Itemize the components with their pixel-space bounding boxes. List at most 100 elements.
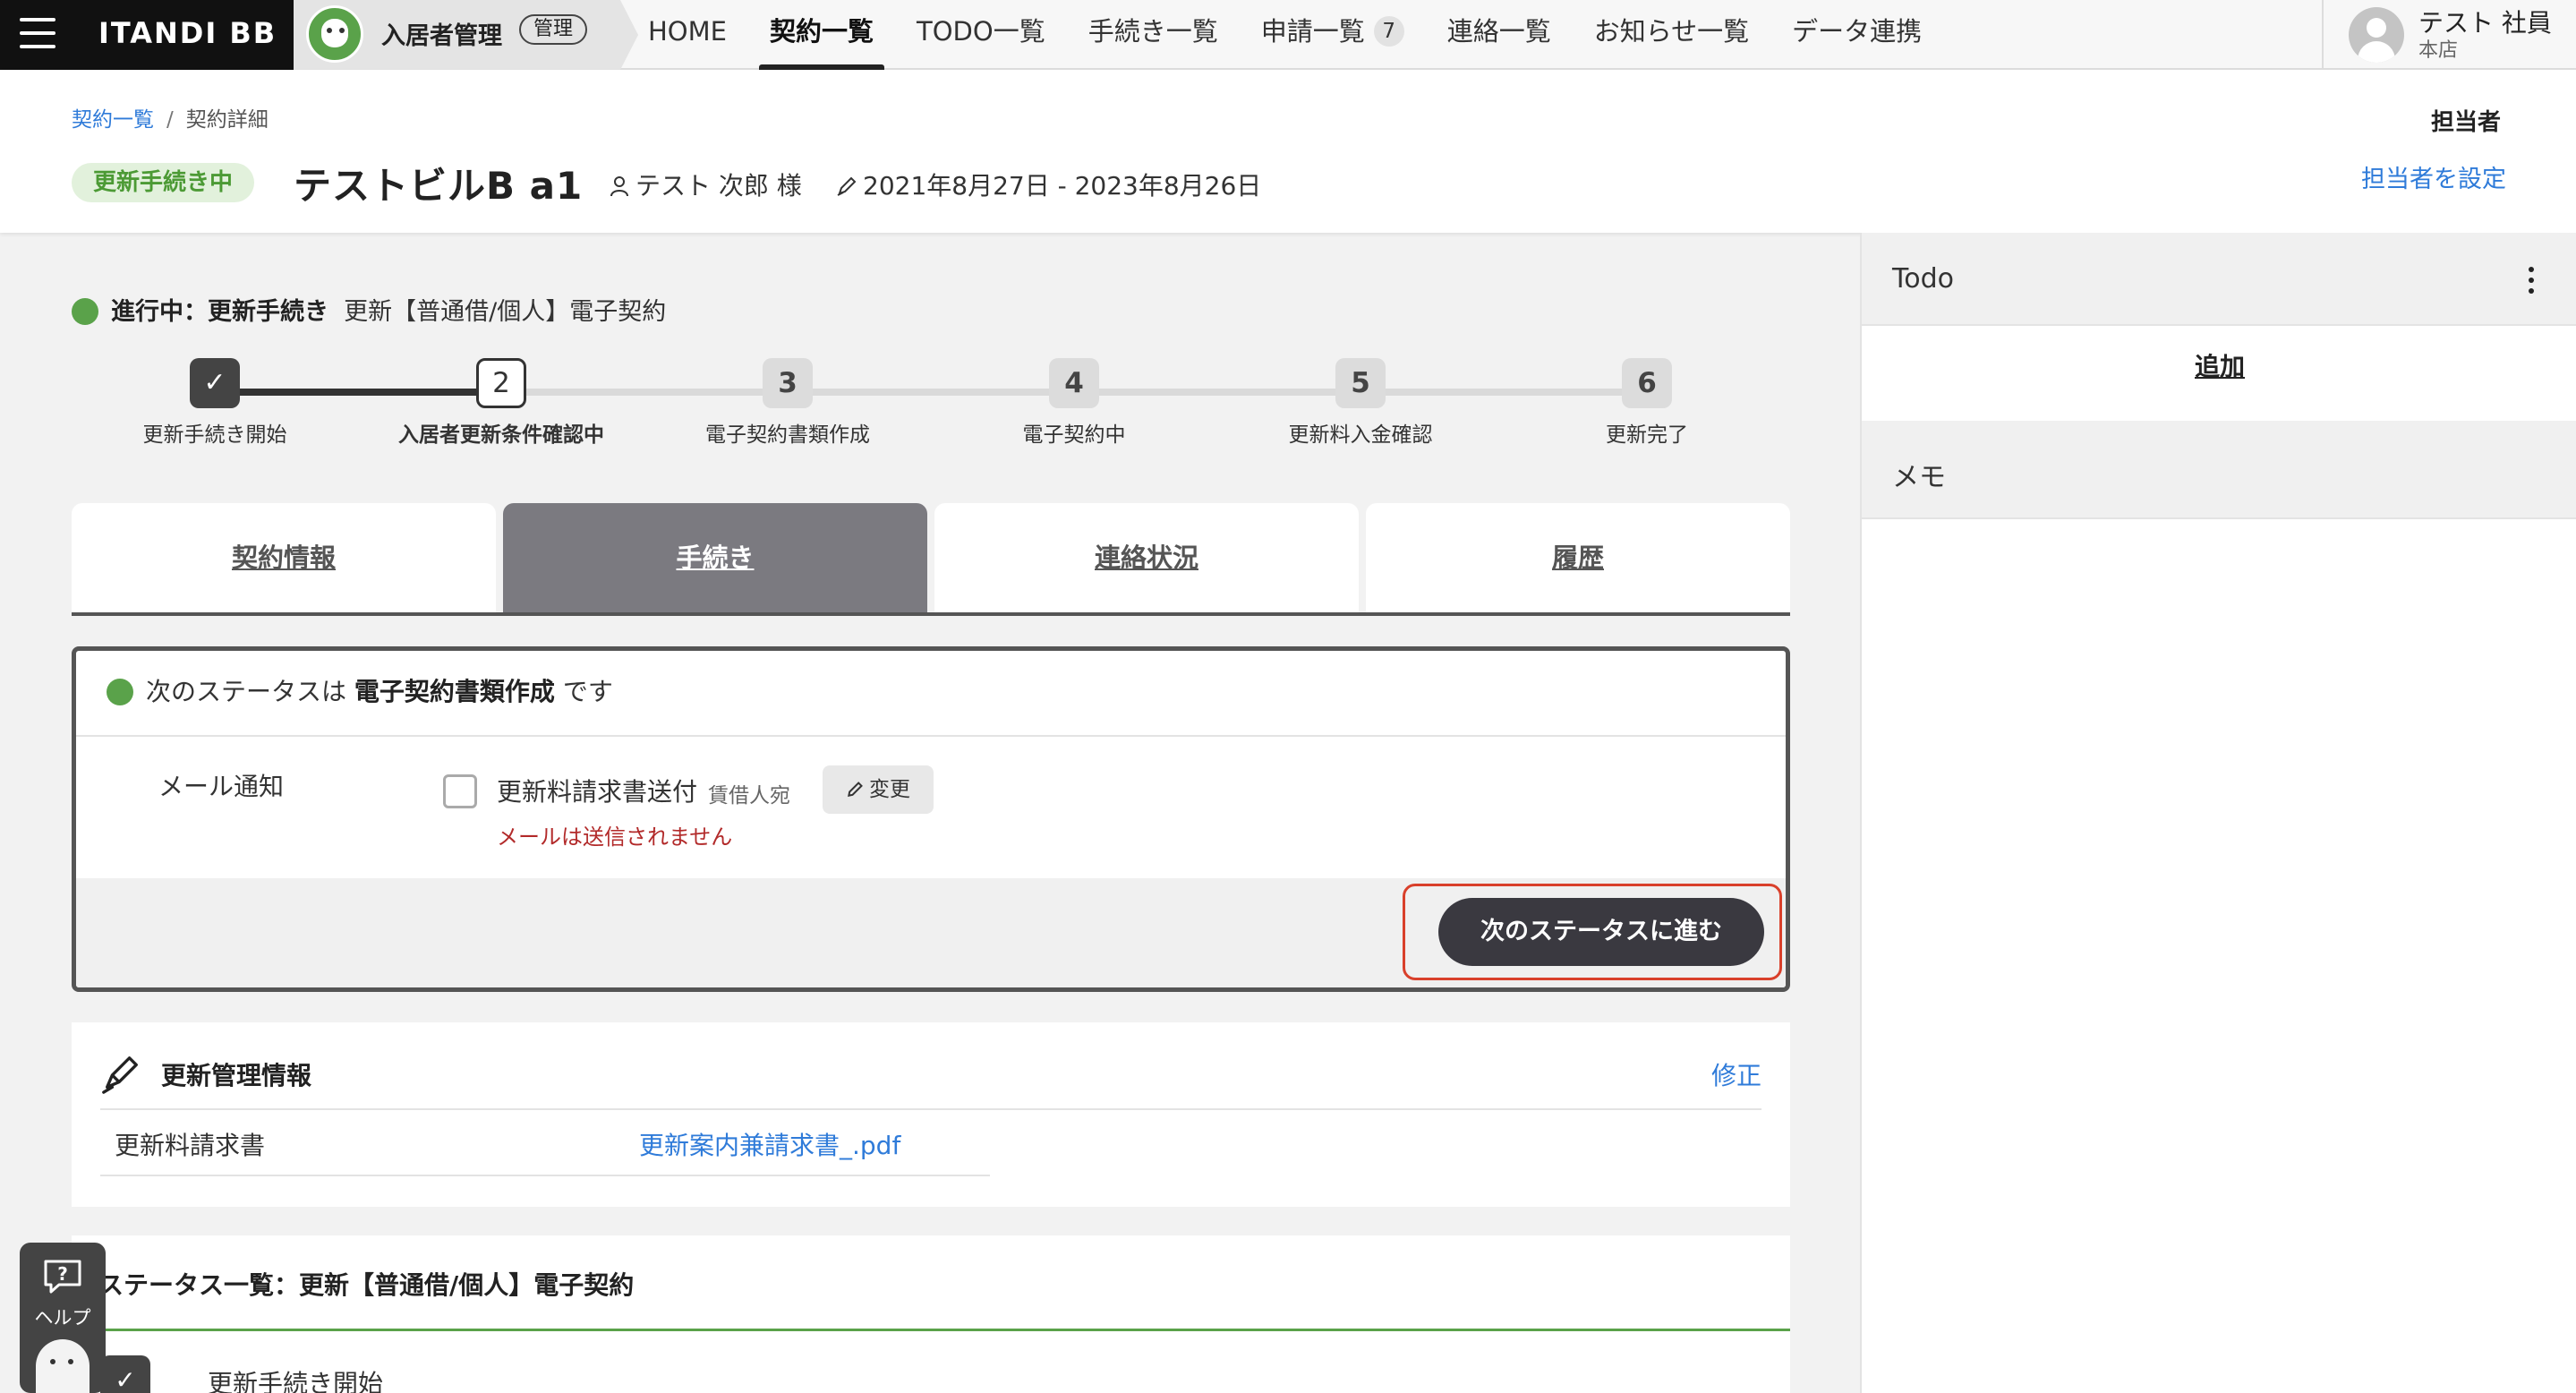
step-4: 4 電子契約中	[931, 358, 1217, 448]
next-status-header: 次のステータスは 電子契約書類作成 です	[76, 651, 1786, 737]
brand-area: ITANDI BB	[0, 0, 294, 70]
app-switcher[interactable]: 入居者管理 管理	[294, 0, 638, 70]
mascot-icon	[36, 1339, 90, 1393]
pen-icon	[837, 176, 857, 196]
user-menu[interactable]: テスト 社員 本店	[2322, 0, 2576, 70]
step-number: 6	[1622, 358, 1672, 408]
add-todo-button[interactable]: 追加	[1862, 347, 2576, 383]
nav-contracts[interactable]: 契約一覧	[748, 0, 895, 70]
status-list-card: ステータス一覧：更新【普通借/個人】電子契約 ✓ 更新手続き開始	[72, 1235, 1790, 1393]
step-label: 更新手続き開始	[142, 423, 287, 447]
next-status-name: 電子契約書類作成	[354, 677, 555, 706]
nav-contacts[interactable]: 連絡一覧	[1426, 0, 1573, 70]
change-label: 変更	[869, 778, 910, 801]
status-dot-icon	[107, 679, 133, 705]
nav-data-integration[interactable]: データ連携	[1770, 0, 1943, 70]
nav-label: 連絡一覧	[1446, 16, 1551, 47]
step-label: 更新料入金確認	[1288, 423, 1433, 447]
contract-type: 更新【普通借/個人】電子契約	[344, 298, 667, 326]
tab-history[interactable]: 履歴	[1366, 503, 1790, 612]
mail-item-label: 更新料請求書送付	[497, 777, 698, 807]
next-status-panel: 次のステータスは 電子契約書類作成 です メール通知 更新料請求書送付 賃借人宛…	[72, 646, 1790, 992]
detail-tabs: 契約情報 手続き 連絡状況 履歴	[72, 503, 1790, 616]
card-title: 更新管理情報	[161, 1061, 312, 1090]
todo-header: Todo	[1862, 233, 2576, 326]
step-number: 2	[476, 358, 526, 408]
nav-label: TODO一覧	[917, 16, 1045, 47]
nav-label: 手続き一覧	[1088, 16, 1218, 47]
step-2: 2 入居者更新条件確認中	[358, 358, 644, 448]
next-status-footer: 次のステータスに進む	[76, 878, 1786, 987]
set-owner-link[interactable]: 担当者を設定	[2361, 159, 2506, 194]
edit-link[interactable]: 修正	[1711, 1056, 1761, 1092]
feather-pen-icon	[102, 1056, 138, 1094]
nav-label: 契約一覧	[769, 16, 874, 47]
breadcrumb-link[interactable]: 契約一覧	[72, 108, 154, 132]
contract-header: 契約一覧 / 契約詳細 更新手続き中 テストビルB a1 テスト 次郎 様 2021…	[0, 70, 2576, 233]
tab-contact-status[interactable]: 連絡状況	[934, 503, 1359, 612]
help-label: ヘルプ	[34, 1307, 91, 1329]
status-dot-icon	[72, 298, 98, 325]
nav-label: HOME	[648, 16, 727, 47]
page-title: テストビルB a1	[294, 164, 584, 208]
todo-title: Todo	[1892, 263, 1954, 295]
progress-prefix: 進行中：更新手続き	[111, 298, 328, 326]
pencil-icon	[848, 782, 863, 797]
period-text: 2021年8月27日 - 2023年8月26日	[863, 171, 1262, 201]
step-label: 電子契約中	[1022, 423, 1126, 447]
step-number: 3	[763, 358, 813, 408]
more-options-icon[interactable]	[2522, 267, 2540, 299]
mascot-icon	[306, 5, 363, 63]
breadcrumb: 契約一覧 / 契約詳細	[72, 102, 269, 132]
check-icon: ✓	[100, 1355, 150, 1393]
divider	[100, 1108, 1761, 1110]
step-number: 4	[1049, 358, 1099, 408]
step-label: 更新完了	[1606, 423, 1688, 447]
memo-header: メモ	[1862, 421, 2576, 519]
help-button[interactable]: ? ヘルプ	[20, 1243, 106, 1393]
tenant-name: テスト 次郎 様	[635, 171, 802, 201]
main-nav: HOME 契約一覧 TODO一覧 手続き一覧 申請一覧 7 連絡一覧 お知らせ一覧…	[627, 0, 1943, 70]
step-6: 6 更新完了	[1504, 358, 1790, 448]
step-label: 入居者更新条件確認中	[398, 423, 604, 447]
mail-notification-checkbox[interactable]	[443, 774, 477, 808]
nav-notices[interactable]: お知らせ一覧	[1573, 0, 1770, 70]
contract-period: 2021年8月27日 - 2023年8月26日	[836, 167, 1261, 202]
change-mail-button[interactable]: 変更	[823, 765, 934, 814]
nav-label: データ連携	[1792, 16, 1923, 47]
nav-label: 申請一覧	[1260, 16, 1365, 47]
field-label: 更新料請求書	[115, 1131, 266, 1160]
status-badge: 更新手続き中	[72, 163, 255, 202]
next-status-button[interactable]: 次のステータスに進む	[1438, 898, 1764, 966]
breadcrumb-current: 契約詳細	[185, 108, 269, 132]
step-5: 5 更新料入金確認	[1217, 358, 1504, 448]
svg-text:?: ?	[57, 1263, 68, 1285]
memo-body[interactable]	[1862, 519, 2576, 1393]
nav-home[interactable]: HOME	[627, 0, 748, 70]
step-3: 3 電子契約書類作成	[644, 358, 931, 448]
invoice-file-link[interactable]: 更新案内兼請求書_.pdf	[639, 1126, 900, 1162]
nav-label: お知らせ一覧	[1593, 16, 1750, 47]
brand-logo[interactable]: ITANDI BB	[98, 16, 277, 50]
card-title: ステータス一覧：更新【普通借/個人】電子契約	[98, 1270, 635, 1300]
mail-notification-label: メール通知	[158, 772, 285, 801]
divider	[100, 1175, 990, 1176]
step-1: ✓ 更新手続き開始	[72, 358, 358, 448]
menu-icon[interactable]	[20, 18, 55, 50]
top-bar: ITANDI BB 入居者管理 管理 HOME 契約一覧 TODO一覧 手続き一…	[0, 0, 2576, 70]
nav-procedures[interactable]: 手続き一覧	[1067, 0, 1240, 70]
count-badge: 7	[1373, 16, 1404, 47]
tab-contract-info[interactable]: 契約情報	[72, 503, 496, 612]
user-branch: 本店	[2418, 39, 2459, 62]
step-label: 電子契約書類作成	[705, 423, 870, 447]
next-status-prefix: 次のステータスは	[146, 677, 347, 706]
side-panel: Todo 追加 メモ	[1860, 233, 2576, 1393]
nav-applications[interactable]: 申請一覧 7	[1240, 0, 1426, 70]
nav-todo[interactable]: TODO一覧	[895, 0, 1067, 70]
progress-stepper: ✓ 更新手続き開始 2 入居者更新条件確認中 3 電子契約書類作成 4 電子契約…	[72, 358, 1719, 457]
help-icon: ?	[44, 1260, 81, 1294]
tab-procedures[interactable]: 手続き	[503, 503, 927, 612]
next-status-suffix: です	[562, 677, 613, 706]
divider	[98, 1329, 1790, 1331]
mail-warning: メールは送信されません	[497, 825, 733, 850]
